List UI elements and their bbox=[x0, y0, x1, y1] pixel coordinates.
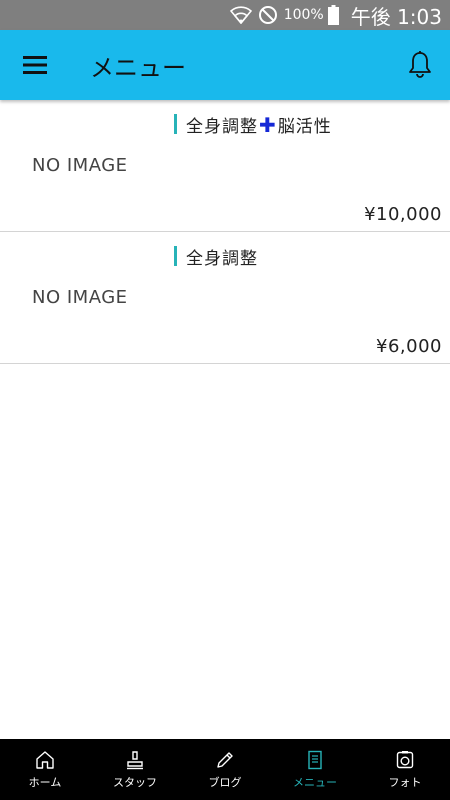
menu-item-price: ¥6,000 bbox=[376, 336, 442, 357]
menu-item[interactable]: 全身調整✚脳活性 NO IMAGE ¥10,000 bbox=[0, 100, 450, 232]
plus-icon: ✚ bbox=[259, 112, 277, 137]
menu-item-title: 全身調整 bbox=[174, 245, 258, 269]
nav-item-menu[interactable]: メニュー bbox=[270, 739, 360, 800]
hamburger-icon bbox=[23, 56, 47, 74]
screen: 100% 午後 1:03 メニュー 全身調整✚脳活性 NO IMAGE ¥10,… bbox=[0, 0, 450, 800]
no-image-placeholder: NO IMAGE bbox=[32, 287, 128, 308]
status-bar: 100% 午後 1:03 bbox=[0, 0, 450, 30]
no-image-placeholder: NO IMAGE bbox=[32, 155, 128, 176]
menu-document-icon bbox=[308, 750, 322, 769]
hamburger-menu-button[interactable] bbox=[0, 30, 70, 100]
battery-percent: 100% bbox=[283, 7, 324, 23]
staff-icon bbox=[127, 750, 143, 769]
menu-item-title-part2: 脳活性 bbox=[277, 116, 332, 137]
nav-label: ホーム bbox=[28, 775, 62, 789]
battery-icon bbox=[327, 5, 339, 25]
nav-item-blog[interactable]: ブログ bbox=[180, 739, 270, 800]
bell-icon bbox=[409, 51, 431, 78]
title-accent-bar bbox=[174, 114, 177, 134]
menu-item-title-text: 全身調整 bbox=[186, 248, 258, 269]
nav-item-staff[interactable]: スタッフ bbox=[90, 739, 180, 800]
notification-button[interactable] bbox=[390, 30, 450, 100]
page-title: メニュー bbox=[90, 53, 186, 82]
nav-item-home[interactable]: ホーム bbox=[0, 739, 90, 800]
nav-label: メニュー bbox=[293, 775, 337, 789]
app-bar: メニュー bbox=[0, 30, 450, 100]
nav-label: フォト bbox=[388, 775, 422, 789]
do-not-disturb-icon bbox=[258, 5, 278, 25]
menu-item-price: ¥10,000 bbox=[364, 204, 442, 225]
pencil-icon bbox=[217, 751, 233, 768]
title-accent-bar bbox=[174, 246, 177, 266]
menu-item-title: 全身調整✚脳活性 bbox=[174, 112, 332, 137]
home-icon bbox=[36, 750, 54, 769]
bottom-nav: ホーム スタッフ ブログ メニュー フォト bbox=[0, 739, 450, 800]
menu-list: 全身調整✚脳活性 NO IMAGE ¥10,000 全身調整 NO IMAGE … bbox=[0, 100, 450, 364]
menu-item-title-part1: 全身調整 bbox=[186, 116, 258, 137]
nav-label: スタッフ bbox=[113, 775, 157, 789]
nav-item-photo[interactable]: フォト bbox=[360, 739, 450, 800]
camera-icon bbox=[396, 750, 414, 768]
menu-item[interactable]: 全身調整 NO IMAGE ¥6,000 bbox=[0, 232, 450, 364]
nav-label: ブログ bbox=[208, 775, 242, 789]
wifi-icon bbox=[229, 6, 252, 24]
status-time: 午後 1:03 bbox=[350, 4, 442, 29]
menu-item-title-text: 全身調整✚脳活性 bbox=[186, 112, 332, 137]
